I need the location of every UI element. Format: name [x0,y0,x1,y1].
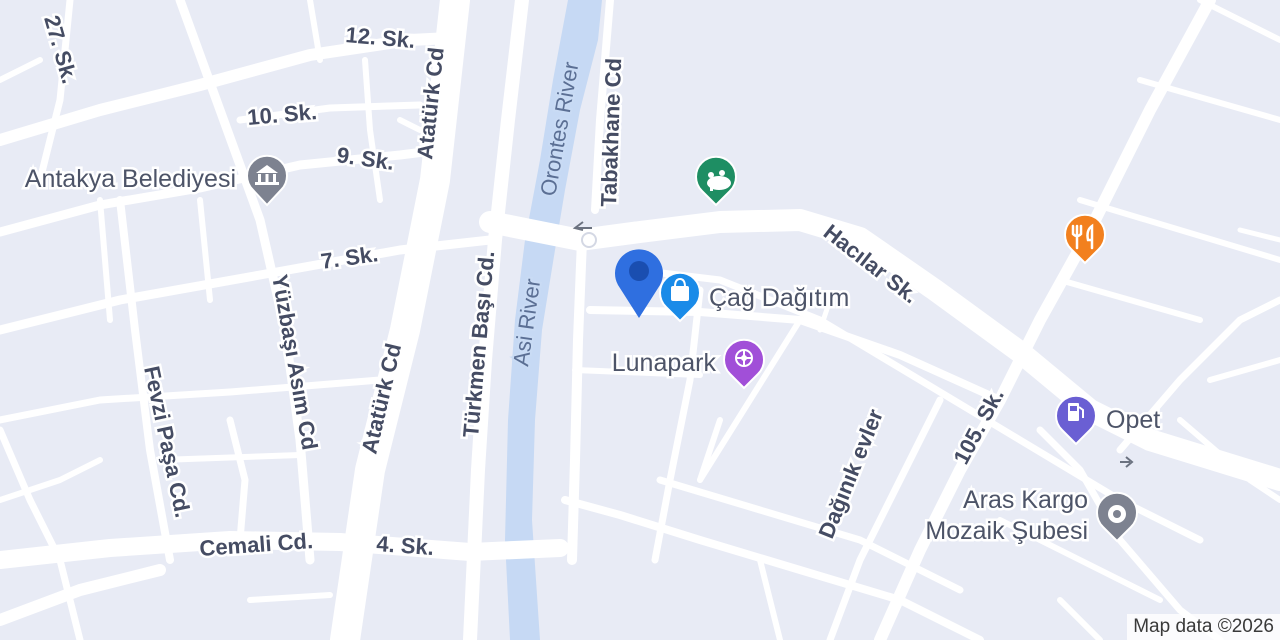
place-label: Opet [1106,406,1160,434]
map-canvas[interactable]: 12. Sk. 27. Sk. 10. Sk. 9. Sk. Atatürk C… [0,0,1280,640]
one-way-arrow-icon [1120,456,1134,468]
roundabout [581,232,597,248]
generic-place-icon [1108,505,1126,523]
road-label: 4. Sk. [376,531,435,560]
place-label: Antakya Belediyesi [25,165,236,193]
amusement-park-icon [735,349,753,367]
map-attribution: Map data ©2026 [1127,614,1280,640]
road-label: 10. Sk. [246,99,318,130]
road-network [0,0,1280,640]
road-label: 27. Sk. [39,12,82,86]
road-label: Yüzbaşı Asım Cd [267,273,322,452]
road-label: 7. Sk. [319,241,379,274]
place-label: Lunapark [612,349,717,377]
place-label: Aras Kargo [963,486,1088,514]
road-label: 9. Sk. [335,142,395,175]
place-marker-park[interactable] [695,155,737,207]
road-label: Tabakhane Cd [596,58,626,208]
place-label: Mozaik Şubesi [925,517,1088,545]
map-base-layer: 12. Sk. 27. Sk. 10. Sk. 9. Sk. Atatürk C… [0,0,1280,640]
place-label: Çağ Dağıtım [709,284,849,312]
one-way-arrow-icon [572,221,592,231]
